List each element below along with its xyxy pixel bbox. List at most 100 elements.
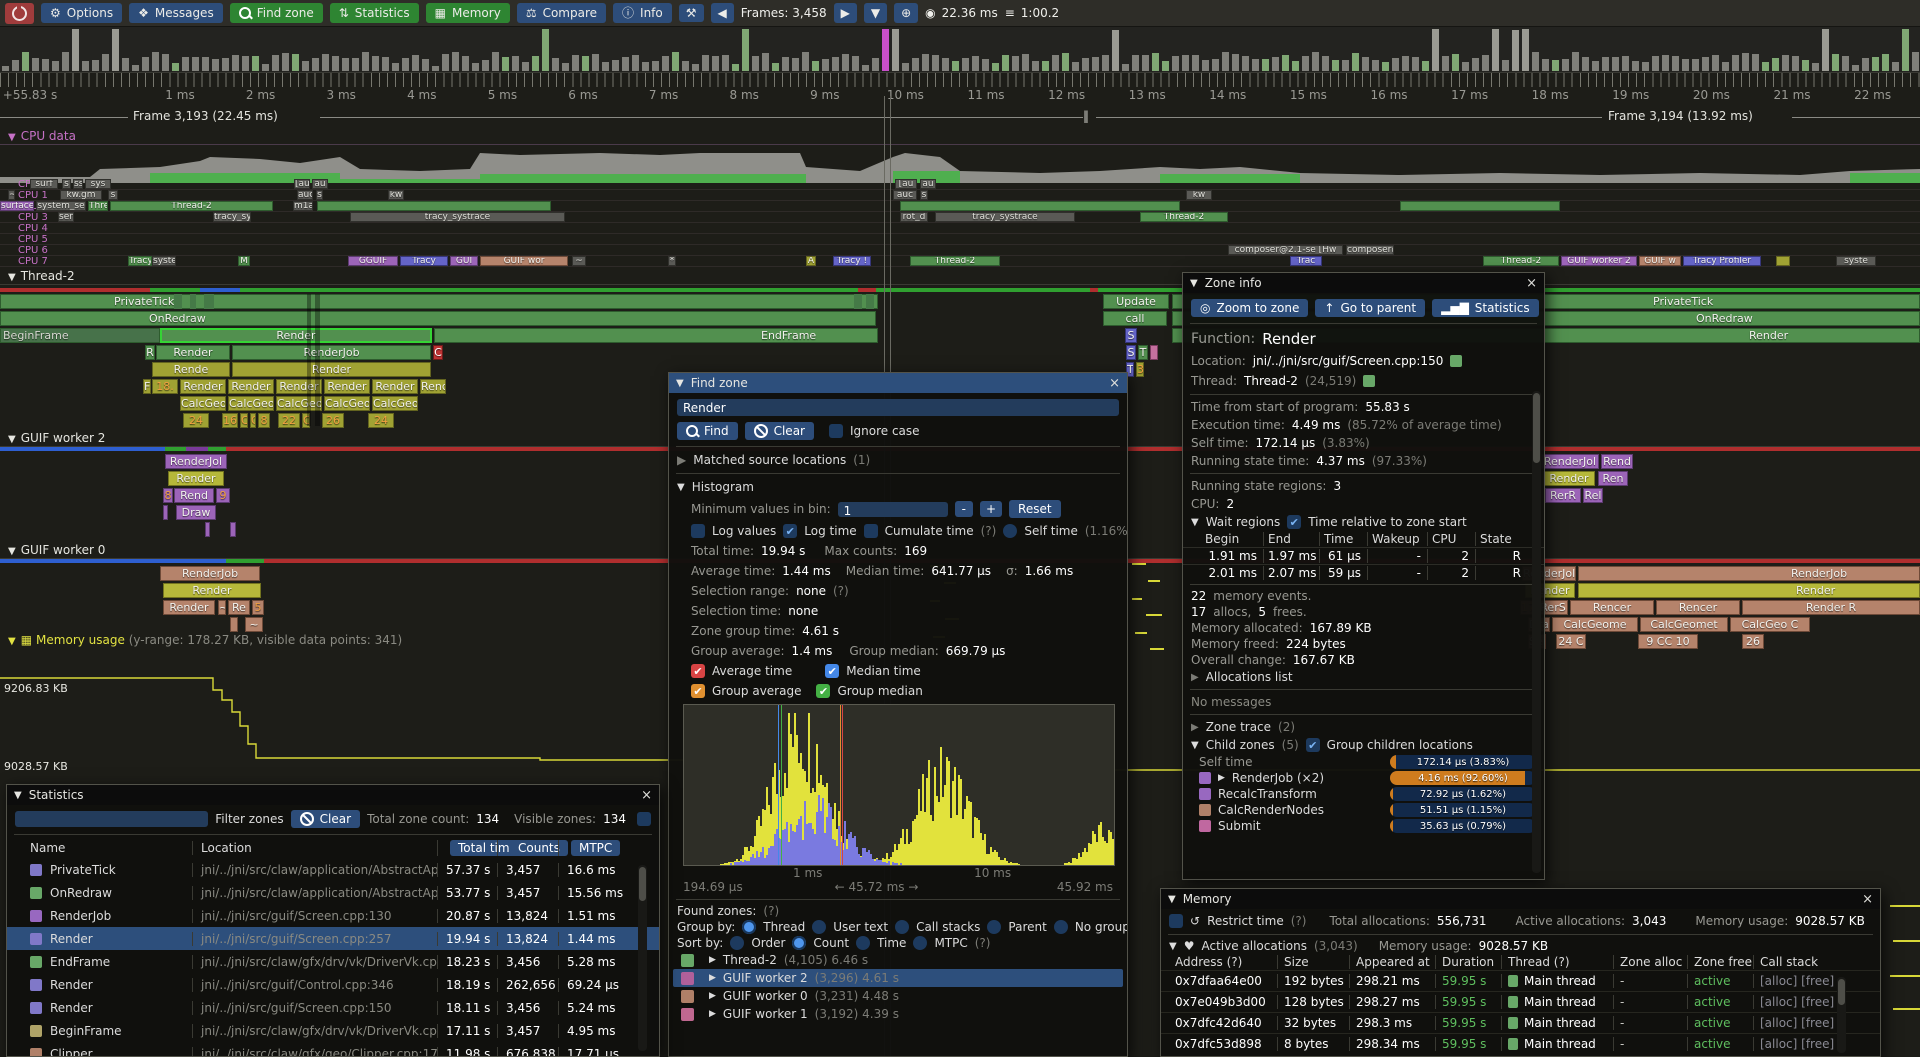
timeline-zone[interactable]: Rend (174, 488, 214, 503)
timeline-zone[interactable]: Re (228, 600, 250, 615)
cpu-zone[interactable]: surf (30, 179, 58, 189)
cpu-zone[interactable]: GUIF wor (480, 256, 568, 266)
timeline-zone[interactable]: 3 (1136, 362, 1144, 377)
self-time-row[interactable]: Self time172.14 μs (3.83%) (1183, 754, 1544, 770)
statistics-row[interactable]: Clipperjni/../jni/src/claw/gfx/geo/Clipp… (7, 1042, 659, 1057)
child-zone-row[interactable]: RecalcTransform72.92 μs (1.62%) (1183, 786, 1544, 802)
reset-button[interactable]: Reset (1009, 500, 1061, 518)
sort-column-button[interactable]: MTPC (571, 840, 620, 856)
cpu-zone[interactable]: [au (294, 179, 310, 189)
found-zone-group-row[interactable]: ▶GUIF worker 1(3,192) 4.39 s (673, 1005, 1123, 1023)
collapse-icon[interactable]: ▼ (14, 790, 22, 801)
timeline-zone[interactable]: Render (232, 362, 431, 377)
cpu-zone[interactable]: GUI (450, 256, 478, 266)
thread-section-header[interactable]: ▼GUIF worker 0 (8, 543, 105, 557)
zoom-to-zone-button[interactable]: ◎Zoom to zone (1191, 299, 1308, 317)
timeline-zone[interactable]: Render (228, 379, 274, 394)
timeline-zone[interactable]: RenderJob (160, 566, 260, 581)
timeline-zone[interactable]: Render (168, 471, 224, 486)
timeline-zone[interactable]: RenderJob (1578, 566, 1920, 581)
timeline-zone[interactable]: 18. (152, 379, 178, 394)
cpu-zone[interactable]: Trac (1290, 256, 1322, 266)
timeline-zone[interactable]: Render (156, 345, 230, 360)
timeline-zone[interactable]: 8 (163, 488, 173, 503)
cpu-zone[interactable]: Thread-2 (1140, 212, 1228, 222)
cpu-zone[interactable] (1776, 256, 1790, 266)
timeline-zone[interactable]: 24 (368, 413, 394, 428)
timeline-zone[interactable]: C (250, 413, 256, 428)
memory-allocation-row[interactable]: 0x7dfc53d8988 bytes298.34 ms59.95 sMain … (1161, 1033, 1880, 1054)
power-button[interactable] (5, 3, 34, 24)
cpu-zone[interactable]: au (312, 179, 328, 189)
timeline-zone[interactable]: Render F (420, 379, 446, 394)
timeline-zone[interactable] (163, 505, 168, 520)
timeline-zone[interactable]: 22 (278, 413, 300, 428)
timeline-zone[interactable]: 8 (258, 413, 270, 428)
memory-scrollbar[interactable] (1837, 977, 1846, 1053)
timeline-zone[interactable]: S (1126, 345, 1136, 360)
statistics-button[interactable]: ▂▅▇Statistics (1432, 299, 1539, 317)
cpu-zone[interactable]: Tracy ! (833, 256, 871, 266)
next-frame-button[interactable]: ▶ (834, 3, 857, 23)
timeline-zone[interactable]: CalcGeo C (1730, 617, 1810, 632)
timeline-zone[interactable]: RerR (1545, 488, 1581, 503)
zone-info-titlebar[interactable]: ▼ Zone info × (1183, 273, 1544, 293)
log-values-checkbox[interactable] (691, 524, 705, 538)
collapse-icon[interactable]: ▼ (1169, 941, 1177, 952)
frame-time-strip[interactable] (0, 27, 1920, 73)
timeline-zone[interactable] (866, 294, 874, 309)
cpu-zone[interactable]: Tracy Profiler (1683, 256, 1761, 266)
statistics-row[interactable]: Renderjni/../jni/src/guif/Screen.cpp:150… (7, 996, 659, 1019)
timeline-zone[interactable]: CalcGeor (180, 396, 226, 411)
cpu-zone[interactable]: tracy_systrace (350, 212, 565, 222)
compare-button[interactable]: ⚖Compare (517, 3, 606, 23)
cpu-zone[interactable]: m1a (293, 201, 313, 211)
sort-by-radio-mtpc[interactable] (913, 936, 927, 950)
cpu-zone[interactable]: composer@2.1-se [Hw (1228, 245, 1343, 255)
collapse-icon[interactable]: ▼ (676, 378, 684, 389)
cpu-zone[interactable]: surfaceflinger@ (0, 201, 34, 211)
timeline-zone[interactable]: RenderJol (165, 454, 227, 469)
timeline-zone[interactable] (204, 294, 214, 309)
filter-zones-input[interactable] (15, 811, 208, 827)
timeline-zone[interactable]: CalcGeome (1552, 617, 1638, 632)
timeline-zone[interactable]: OnRedraw (0, 311, 876, 326)
cpu-zone[interactable]: auc (893, 190, 917, 200)
zone-trace-header[interactable]: ▶Zone trace(2) (1183, 718, 1544, 736)
timeline-zone[interactable]: Render R (1742, 600, 1920, 615)
zone-location[interactable]: jni/../jni/src/guif/Screen.cpp:150 (1253, 354, 1444, 368)
median-time-checkbox[interactable]: ✔ (825, 664, 839, 678)
timeline-zone[interactable]: CalcGeomet (1640, 617, 1728, 632)
memory-allocation-row[interactable]: 0x7dfaa64e00192 bytes298.21 ms59.95 sMai… (1161, 970, 1880, 991)
timeline-zone[interactable]: ~ (245, 617, 263, 632)
log-time-checkbox[interactable]: ✔ (783, 524, 797, 538)
cpu-zone[interactable] (1400, 201, 1560, 211)
timeline-zone[interactable]: Render (1543, 471, 1595, 486)
cpu-zone[interactable]: auc (297, 190, 313, 200)
info-button[interactable]: ⓘInfo (613, 3, 672, 23)
found-zone-group-row[interactable]: ▶GUIF worker 0(3,231) 4.48 s (673, 987, 1123, 1005)
child-zone-row[interactable]: Submit35.63 μs (0.79%) (1183, 818, 1544, 834)
min-bin-decrease-button[interactable]: - (955, 501, 973, 517)
timeline-zone[interactable] (230, 522, 236, 537)
crosshair-button[interactable]: ⊕ (894, 3, 918, 23)
cumulate-time-checkbox[interactable] (864, 524, 878, 538)
allocations-list-header[interactable]: ▶Allocations list (1183, 668, 1544, 686)
cpu-zone[interactable] (900, 201, 1180, 211)
find-button[interactable]: Find (677, 422, 738, 440)
group-by-radio-call-stacks[interactable] (895, 920, 909, 934)
cpu-zone[interactable]: rot_d (900, 212, 928, 222)
timeline-zone[interactable]: Ren (1598, 471, 1628, 486)
group-by-radio-no-grouping[interactable] (1054, 920, 1068, 934)
cpu-zone[interactable]: composer@ (1346, 245, 1394, 255)
timeline-zone[interactable]: F (143, 379, 151, 394)
find-zone-search-input[interactable]: Render (677, 399, 1119, 416)
cpu-zone[interactable]: s (62, 179, 71, 189)
found-zone-group-row[interactable]: ▶Thread-2(4,105) 6.46 s (673, 951, 1123, 969)
cpu-zone[interactable]: tracy_sysn~ (213, 212, 251, 222)
timeline-zone[interactable]: CalcGeo (228, 396, 274, 411)
cpu-zone[interactable]: GUIF w (1639, 256, 1681, 266)
timeline-zone[interactable]: Rend (1601, 454, 1633, 469)
timeline-zone[interactable]: ~ (218, 600, 226, 615)
close-icon[interactable]: × (1109, 376, 1120, 391)
